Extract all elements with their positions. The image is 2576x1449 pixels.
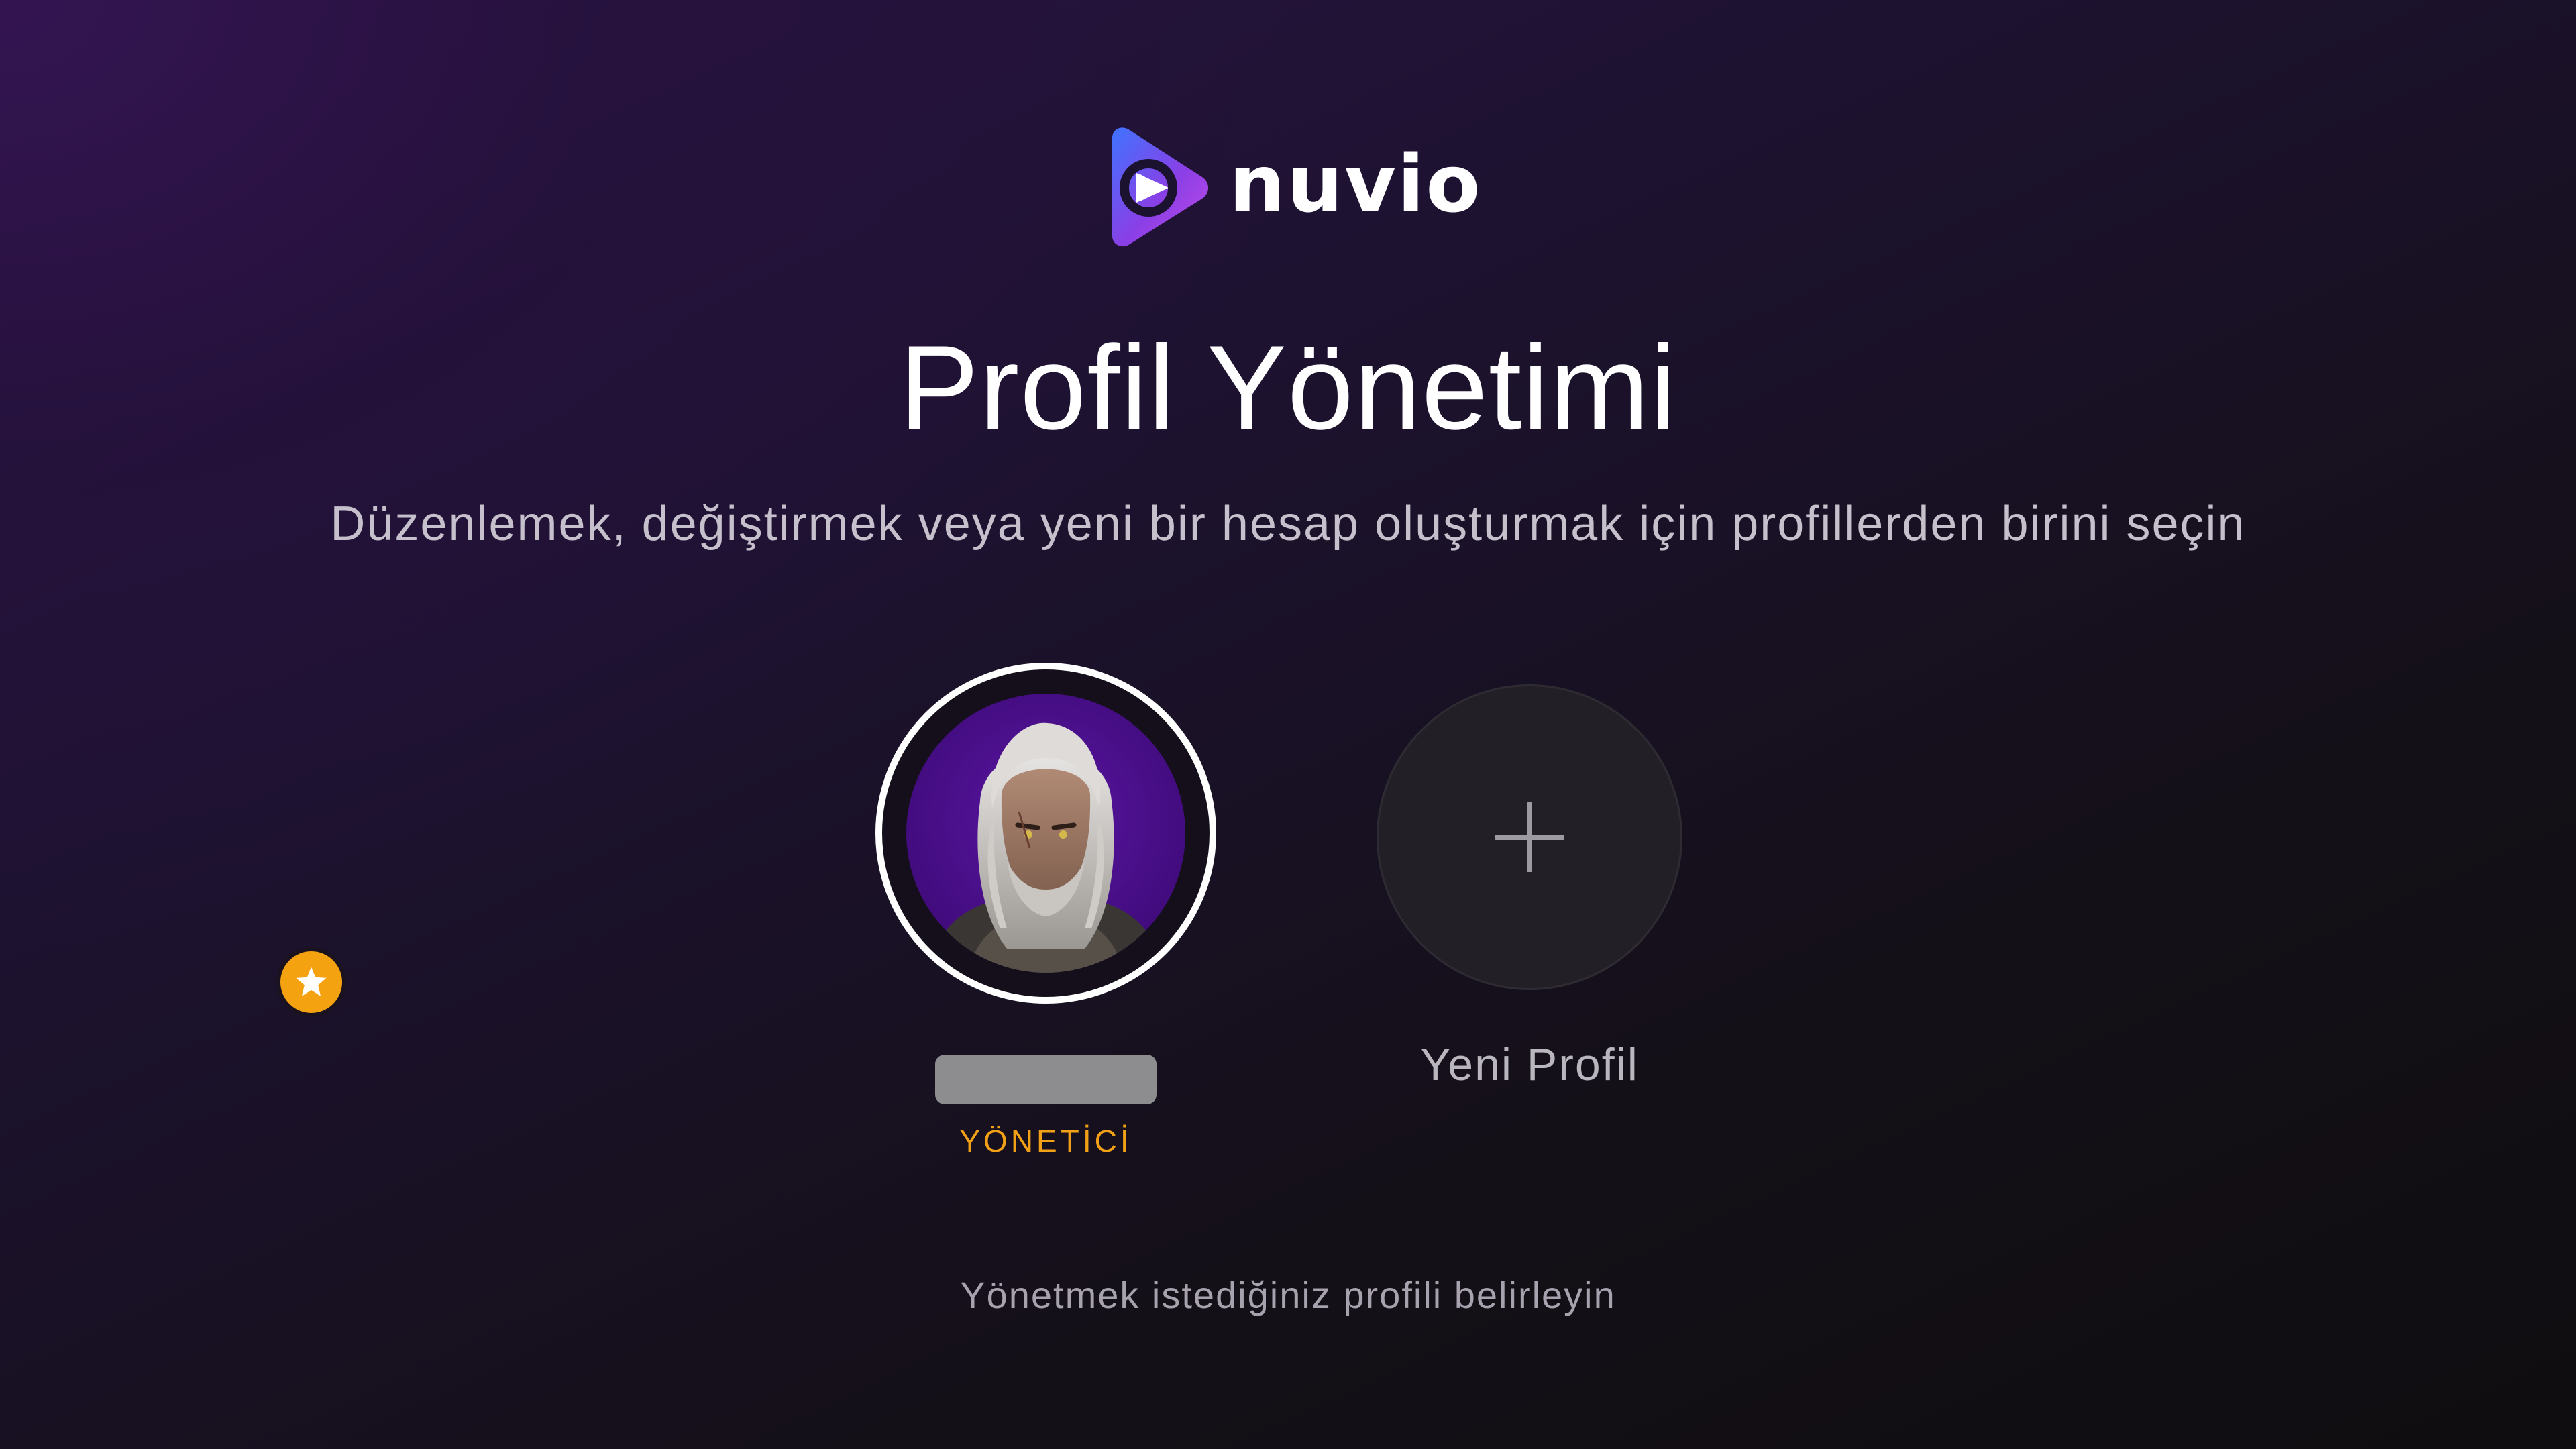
admin-star-badge (276, 947, 346, 1017)
page-title: Profil Yönetimi (899, 321, 1677, 454)
profile-role-label: YÖNETİCİ (959, 1124, 1132, 1159)
avatar (906, 694, 1185, 973)
star-icon (296, 967, 327, 996)
play-triangle-icon (1112, 127, 1208, 247)
avatar-ring[interactable] (875, 663, 1216, 1004)
plus-icon (1495, 802, 1564, 872)
footer-hint: Yönetmek istediğiniz profili belirleyin (960, 1274, 1616, 1316)
add-profile-button[interactable] (1377, 684, 1682, 990)
add-profile-label[interactable]: Yeni Profil (1328, 1038, 1731, 1091)
logo-wordmark: nuvio (1229, 138, 1482, 230)
profile-name-redacted (935, 1055, 1157, 1104)
page-subtitle: Düzenlemek, değiştirmek veya yeni bir he… (330, 497, 2246, 551)
avatar-portrait-image (906, 694, 1185, 973)
nuvio-logo: nuvio (1097, 126, 1480, 247)
